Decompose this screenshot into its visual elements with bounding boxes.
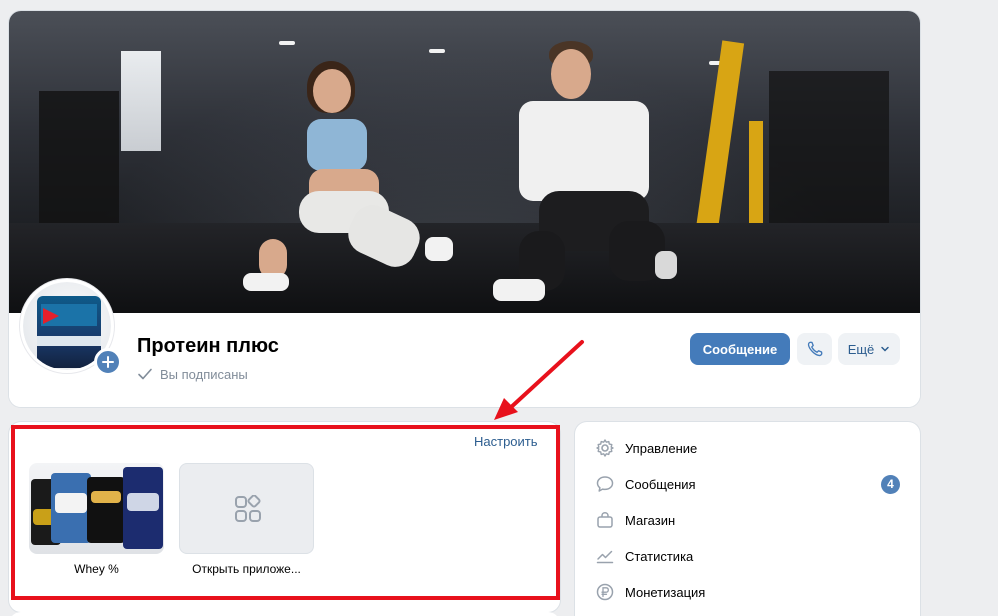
configure-apps-link[interactable]: Настроить	[474, 434, 538, 449]
shop-bag-icon	[597, 512, 613, 528]
plus-icon	[102, 356, 114, 368]
gear-icon	[596, 439, 614, 457]
group-management-menu: Управление Сообщения 4 Магазин Статистик…	[575, 422, 920, 616]
menu-item-shop[interactable]: Магазин	[575, 502, 920, 538]
menu-item-statistics[interactable]: Статистика	[575, 538, 920, 574]
menu-item-label: Магазин	[625, 512, 676, 528]
more-button-label: Ещё	[847, 341, 875, 357]
cover-image	[9, 11, 920, 313]
red-arrow-annotation	[494, 340, 584, 420]
apps-grid-icon	[235, 495, 261, 522]
ruble-icon	[596, 583, 614, 601]
app-tile-label: Whey %	[74, 562, 119, 576]
app-tile-label: Открыть приложе...	[192, 562, 301, 576]
subscription-status-label: Вы подписаны	[160, 366, 248, 382]
app-thumbnail	[29, 463, 164, 554]
next-block	[9, 612, 560, 616]
menu-item-label: Управление	[625, 440, 698, 456]
checkmark-icon	[138, 368, 152, 380]
stats-icon	[596, 550, 614, 564]
group-title: Протеин плюс	[137, 335, 279, 357]
menu-item-label: Сообщения	[625, 476, 696, 492]
more-button[interactable]: Ещё	[838, 333, 900, 365]
message-icon	[596, 476, 614, 492]
app-tile-open-app[interactable]: Открыть приложе...	[179, 463, 314, 583]
menu-item-label: Монетизация	[625, 584, 706, 600]
message-button[interactable]: Сообщение	[690, 333, 790, 365]
subscription-status[interactable]: Вы подписаны	[137, 366, 248, 382]
unread-count-badge: 4	[881, 474, 900, 494]
chevron-down-icon	[881, 346, 890, 352]
call-button[interactable]	[797, 333, 832, 365]
menu-item-messages[interactable]: Сообщения 4	[575, 466, 920, 502]
phone-icon	[807, 341, 822, 357]
add-avatar-button[interactable]	[94, 348, 122, 376]
menu-item-label: Статистика	[625, 548, 694, 564]
app-tile-whey[interactable]: Whey %	[29, 463, 164, 583]
menu-item-monetization[interactable]: Монетизация	[575, 574, 920, 610]
app-placeholder-thumbnail	[179, 463, 314, 554]
menu-item-management[interactable]: Управление	[575, 430, 920, 466]
